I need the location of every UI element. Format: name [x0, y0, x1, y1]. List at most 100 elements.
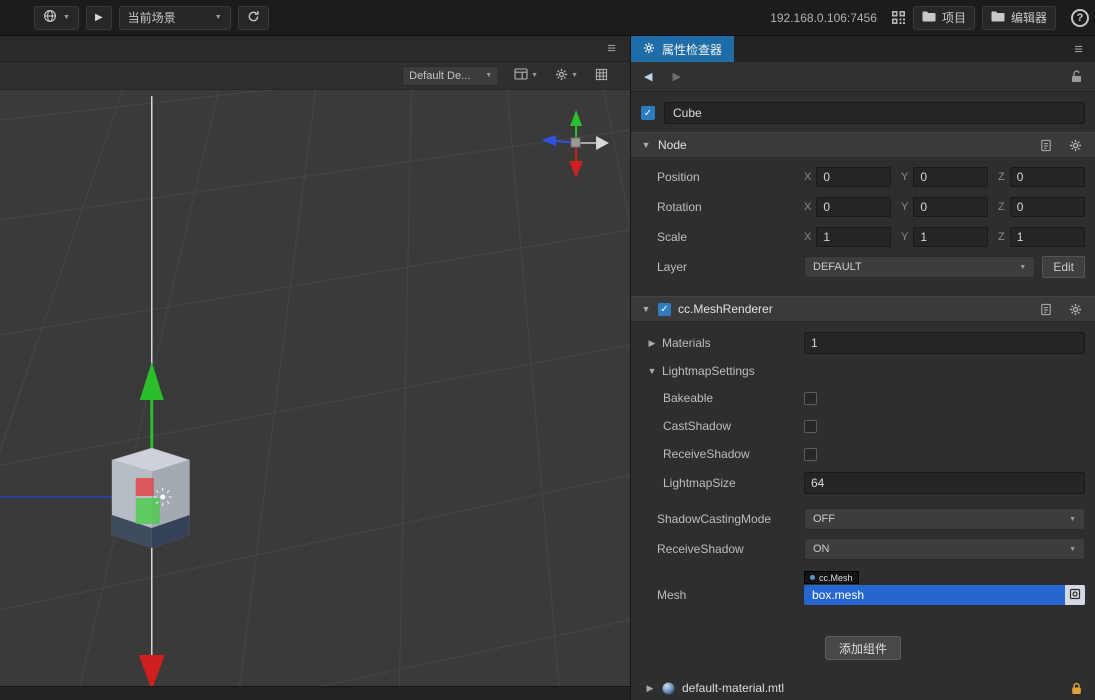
scale-x-input[interactable]: [816, 227, 891, 247]
expand-icon[interactable]: ▶: [645, 683, 655, 694]
scene-viewport[interactable]: [0, 90, 630, 686]
check-icon: ✓: [643, 107, 653, 119]
bakeable-checkbox[interactable]: [804, 391, 817, 405]
grid-toggle-button[interactable]: [593, 66, 610, 86]
axis-z-label: Z: [998, 171, 1005, 183]
node-active-checkbox[interactable]: ✓: [641, 106, 655, 120]
globe-icon: [43, 9, 57, 26]
tab-inspector[interactable]: 属性检查器: [631, 36, 735, 62]
asset-type-badge: cc.Mesh: [804, 571, 859, 584]
axis-x-label: X: [804, 231, 812, 243]
position-label: Position: [657, 170, 700, 184]
chevron-down-icon: ▼: [1019, 263, 1027, 271]
node-section-header: ▼ Node: [631, 132, 1095, 158]
receive-shadow-checkbox[interactable]: [804, 447, 817, 461]
shadow-casting-mode-row: ShadowCastingMode OFF ▼: [631, 504, 1095, 534]
scale-y-input[interactable]: [913, 227, 988, 247]
shadow-casting-mode-dropdown[interactable]: OFF ▼: [804, 508, 1085, 530]
node-name-row: ✓: [631, 100, 1095, 126]
scene-bottom-strip: [0, 686, 630, 700]
bakeable-label: Bakeable: [663, 391, 714, 405]
light-gizmo-icon: [153, 488, 172, 506]
panels-icon: [514, 68, 528, 83]
open-project-button[interactable]: 项目: [912, 5, 975, 30]
refresh-button[interactable]: [237, 5, 269, 30]
materials-count-input[interactable]: [804, 332, 1085, 354]
rotation-x-input[interactable]: [816, 197, 891, 217]
platform-globe-button[interactable]: ▼: [34, 5, 79, 30]
chevron-down-icon: ▼: [63, 14, 70, 21]
axis-x-label: X: [804, 171, 812, 183]
position-x-input[interactable]: [816, 167, 891, 187]
material-footer-row[interactable]: ▶ default-material.mtl: [631, 676, 1095, 700]
mesh-row: Mesh cc.Mesh box.mesh: [631, 571, 1095, 610]
layout-panels-button[interactable]: ▼: [512, 66, 540, 85]
collapse-icon[interactable]: ▼: [641, 304, 651, 314]
gear-icon: [643, 42, 655, 57]
node-name-input[interactable]: [664, 102, 1085, 124]
scene-settings-button[interactable]: ▼: [553, 66, 580, 86]
layer-edit-button[interactable]: Edit: [1042, 256, 1085, 278]
mesh-renderer-section-header: ▼ ✓ cc.MeshRenderer: [631, 296, 1095, 322]
cast-shadow-label: CastShadow: [663, 419, 732, 433]
component-doc-icon[interactable]: [1040, 139, 1052, 152]
device-preset-dropdown[interactable]: Default De... ▼: [402, 65, 500, 86]
main-area: ≡ Default De... ▼ ▼ ▼ 属性检查器 ≡ ◀ ▶ ✓ Cube…: [0, 36, 1095, 700]
add-component-button[interactable]: 添加组件: [824, 636, 901, 660]
position-y-input[interactable]: [913, 167, 988, 187]
preview-address: 192.168.0.106:7456: [770, 10, 877, 25]
locate-asset-icon: [1069, 588, 1081, 603]
layer-dropdown[interactable]: DEFAULT ▼: [804, 256, 1036, 278]
grid-icon: [595, 68, 608, 84]
inspector-content: ✓ ▼ Node: [631, 92, 1095, 700]
rotation-label: Rotation: [657, 200, 702, 214]
collapse-icon[interactable]: ▼: [641, 140, 651, 150]
expand-icon[interactable]: ▶: [647, 338, 657, 349]
history-forward-icon[interactable]: ▶: [672, 70, 680, 83]
rotation-y-input[interactable]: [913, 197, 988, 217]
collapse-icon[interactable]: ▼: [647, 366, 657, 376]
scale-z-input[interactable]: [1009, 227, 1085, 247]
panel-menu-icon[interactable]: ≡: [607, 41, 616, 56]
scene-canvas: [0, 90, 630, 686]
scene-panel-header: ≡: [0, 36, 630, 62]
help-icon[interactable]: ?: [1071, 8, 1089, 27]
cast-shadow-checkbox[interactable]: [804, 419, 817, 433]
mesh-asset-field[interactable]: box.mesh: [804, 585, 1085, 605]
scene-toolbar: Default De... ▼ ▼ ▼: [0, 62, 630, 90]
gear-icon[interactable]: [1069, 303, 1082, 316]
component-doc-icon[interactable]: [1040, 303, 1052, 316]
qr-code-icon[interactable]: [891, 10, 906, 25]
axis-x-label: X: [804, 201, 812, 213]
gear-icon: [555, 68, 568, 84]
lightmap-size-label: LightmapSize: [663, 476, 736, 490]
rotation-z-input[interactable]: [1009, 197, 1085, 217]
panel-menu-icon[interactable]: ≡: [1074, 42, 1083, 57]
material-sphere-icon: [662, 682, 675, 695]
lightmap-size-input[interactable]: [804, 472, 1085, 494]
receive-shadow-dropdown-value: ON: [813, 543, 830, 555]
mesh-browse-button[interactable]: [1065, 585, 1085, 605]
receive-shadow-checkbox-row: ReceiveShadow: [631, 440, 1095, 468]
chevron-down-icon: ▼: [571, 72, 578, 79]
play-button[interactable]: ▶: [85, 5, 112, 30]
axis-y-label: Y: [901, 201, 909, 213]
gear-icon[interactable]: [1069, 139, 1082, 152]
receive-shadow-dropdown[interactable]: ON ▼: [804, 538, 1085, 560]
axis-y-label: Y: [901, 171, 909, 183]
scale-row: Scale X Y Z: [631, 222, 1095, 252]
position-row: Position X Y Z: [631, 162, 1095, 192]
chevron-down-icon: ▼: [485, 72, 493, 79]
scene-select-dropdown[interactable]: 当前场景 ▼: [118, 5, 231, 30]
open-editor-button[interactable]: 编辑器: [981, 5, 1056, 30]
asset-type-badge-label: cc.Mesh: [819, 572, 853, 583]
folder-icon: [991, 11, 1005, 25]
unlock-icon[interactable]: [1071, 70, 1082, 83]
lightmap-size-row: LightmapSize: [631, 468, 1095, 498]
position-z-input[interactable]: [1009, 167, 1085, 187]
axis-z-label: Z: [998, 231, 1005, 243]
lock-icon[interactable]: [1071, 682, 1082, 695]
history-back-icon[interactable]: ◀: [644, 70, 652, 83]
play-icon: ▶: [94, 12, 103, 23]
mesh-renderer-enabled-checkbox[interactable]: ✓: [658, 302, 671, 316]
